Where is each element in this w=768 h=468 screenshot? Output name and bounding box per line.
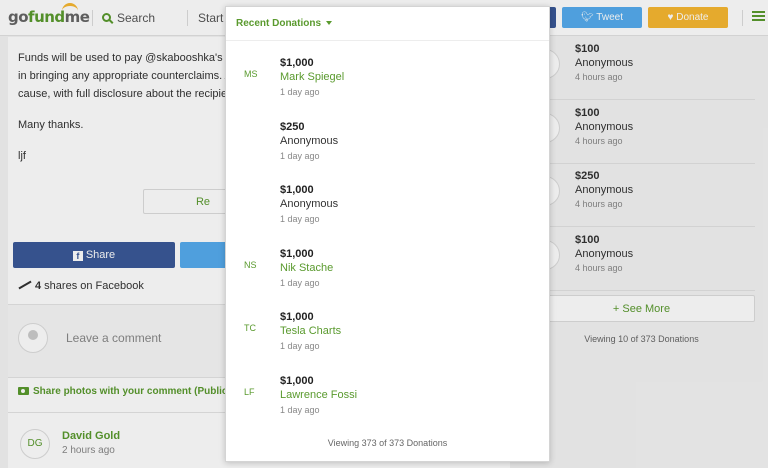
donor-initials: TC: [244, 323, 256, 333]
caret-down-icon: [326, 21, 333, 25]
recent-donations-modal: Recent Donations MS $1,000 Mark Spiegel …: [225, 6, 550, 462]
donation-item: NS $1,000 Nik Stache 1 day ago: [226, 248, 549, 308]
donation-amount: $1,000: [280, 375, 314, 387]
donation-item: LF $1,000 Lawrence Fossi 1 day ago: [226, 375, 549, 435]
donor-initials: MS: [244, 69, 258, 79]
donation-time: 1 day ago: [280, 214, 320, 224]
donor-name-link[interactable]: Nik Stache: [280, 262, 333, 274]
donation-amount: $1,000: [280, 248, 314, 260]
donor-name: Anonymous: [280, 198, 339, 210]
donor-initials: LF: [244, 387, 255, 397]
donation-item: $250 Anonymous 1 day ago: [226, 121, 549, 181]
donor-name-link[interactable]: Mark Spiegel: [280, 71, 344, 83]
donations-viewing-count: Viewing 373 of 373 Donations: [327, 438, 448, 448]
donation-time: 1 day ago: [280, 405, 320, 415]
donation-item: $1,000 Anonymous 1 day ago: [226, 184, 549, 244]
donor-name: Anonymous: [280, 135, 339, 147]
donations-sort-dropdown[interactable]: Recent Donations: [236, 18, 333, 29]
donation-time: 1 day ago: [280, 278, 320, 288]
donation-amount: $250: [280, 121, 305, 133]
donor-name-link[interactable]: Lawrence Fossi: [280, 389, 357, 401]
modal-title: Recent Donations: [236, 18, 322, 29]
donation-time: 1 day ago: [280, 87, 320, 97]
donation-amount: $1,000: [280, 57, 314, 69]
donation-item: TC $1,000 Tesla Charts 1 day ago: [226, 311, 549, 371]
donation-amount: $1,000: [280, 311, 314, 323]
modal-divider: [226, 40, 549, 41]
donation-item: MS $1,000 Mark Spiegel 1 day ago: [226, 57, 549, 117]
donation-time: 1 day ago: [280, 341, 320, 351]
donation-time: 1 day ago: [280, 151, 320, 161]
donation-amount: $1,000: [280, 184, 314, 196]
donor-name-link[interactable]: Tesla Charts: [280, 325, 341, 337]
donor-initials: NS: [244, 260, 257, 270]
